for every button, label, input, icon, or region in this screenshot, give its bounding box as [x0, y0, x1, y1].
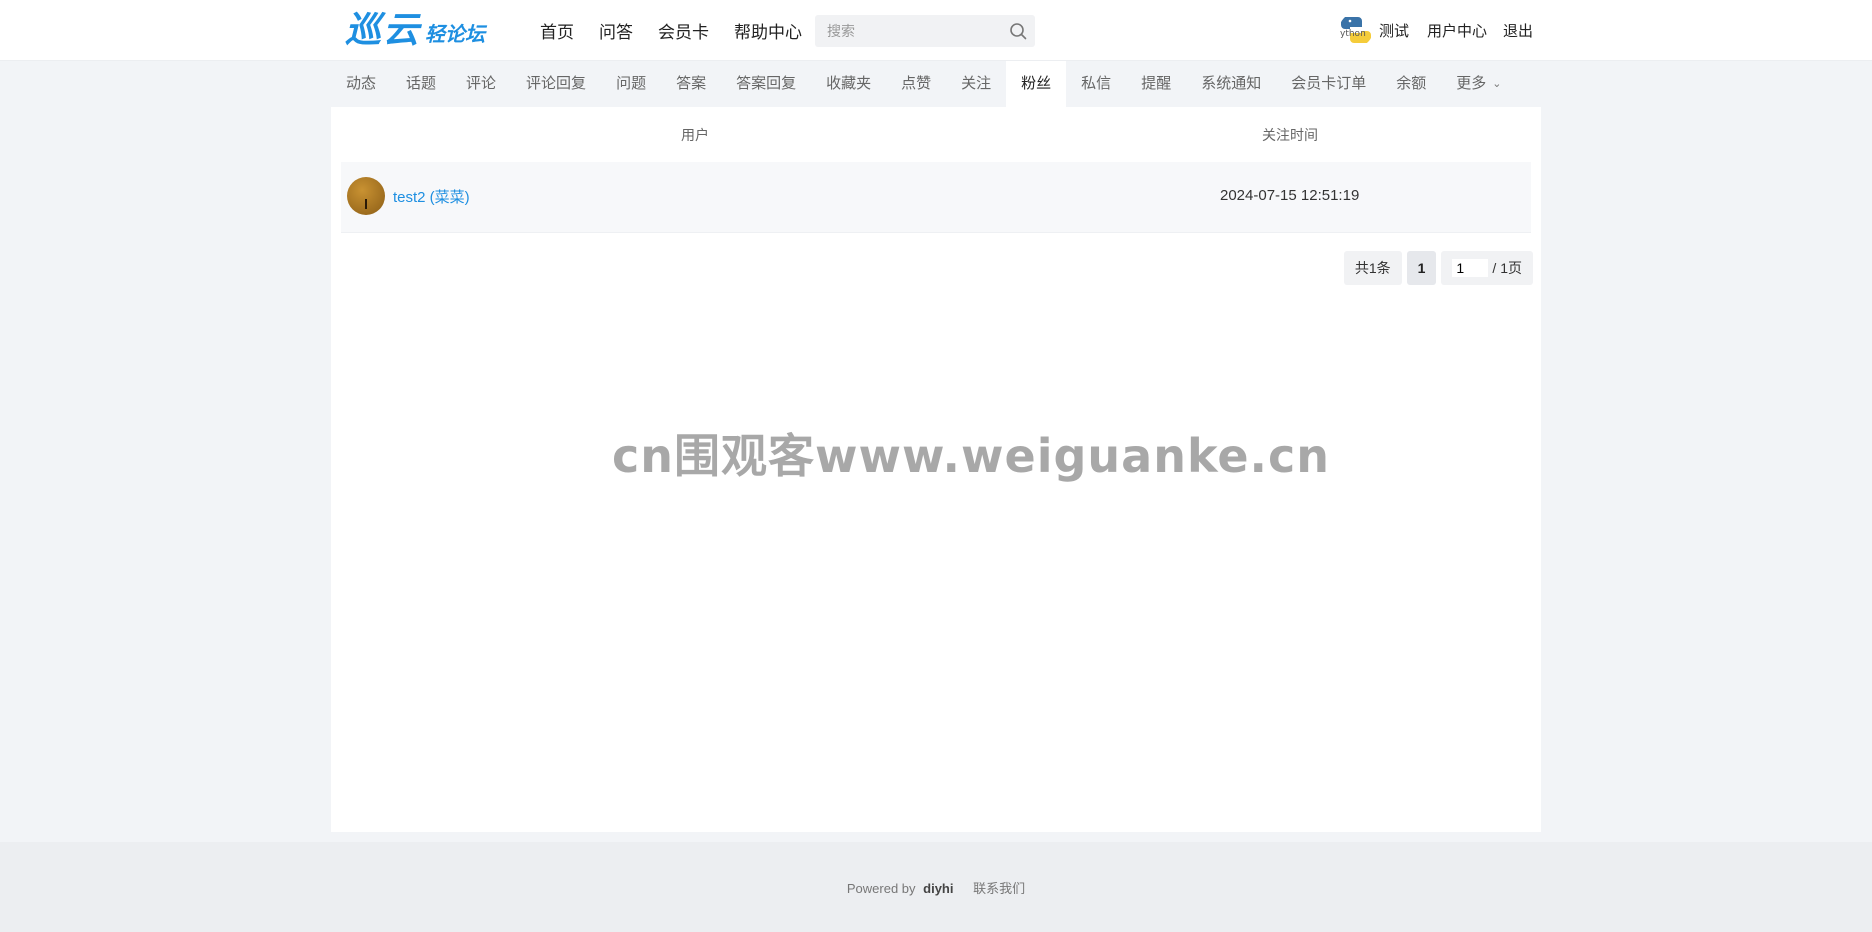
main-nav: 首页 问答 会员卡 帮助中心	[540, 0, 827, 60]
tab-more[interactable]: 更多 ⌄	[1441, 61, 1516, 107]
pagination-current-page[interactable]: 1	[1406, 251, 1437, 285]
page-jump-input[interactable]	[1452, 259, 1489, 277]
tab-more-label: 更多	[1456, 75, 1487, 92]
nav-qa[interactable]: 问答	[599, 18, 633, 43]
user-center-link[interactable]: 用户中心	[1427, 20, 1487, 41]
tab-likes[interactable]: 点赞	[886, 61, 946, 107]
powered-by-text: Powered by	[846, 881, 916, 896]
nav-membership[interactable]: 会员卡	[658, 18, 709, 43]
column-user: 用户	[681, 127, 709, 143]
search-input[interactable]	[815, 15, 997, 47]
svg-text:ython: ython	[1340, 29, 1366, 39]
top-header: 巡云 轻论坛 首页 问答 会员卡 帮助中心 ython 测试 用户中心 退出	[0, 0, 1872, 61]
user-avatar[interactable]: ython	[1338, 13, 1373, 47]
logo-sub-text: 轻论坛	[425, 24, 485, 46]
tab-following[interactable]: 关注	[946, 61, 1006, 107]
footer-content: Powered by diyhi 联系我们	[0, 878, 1872, 897]
pagination-pages: / 1页	[1492, 260, 1522, 276]
search-box	[815, 15, 1035, 47]
tab-answers[interactable]: 答案	[661, 61, 721, 107]
tab-messages[interactable]: 私信	[1066, 61, 1126, 107]
username[interactable]: 测试	[1379, 20, 1409, 41]
tab-favorites[interactable]: 收藏夹	[811, 61, 886, 107]
tab-topics[interactable]: 话题	[391, 61, 451, 107]
table-row: test2 (菜菜) 2024-07-15 12:51:19	[341, 162, 1531, 233]
follow-time: 2024-07-15 12:51:19	[1220, 187, 1360, 204]
tab-reminders[interactable]: 提醒	[1126, 61, 1186, 107]
tab-activity[interactable]: 动态	[331, 61, 391, 107]
tab-comment-replies[interactable]: 评论回复	[511, 61, 601, 107]
contact-link[interactable]: 联系我们	[973, 881, 1025, 896]
powered-by-brand[interactable]: diyhi	[923, 881, 953, 896]
watermark: cn围观客www.weiguanke.cn	[612, 429, 1331, 483]
tab-membership-orders[interactable]: 会员卡订单	[1276, 61, 1381, 107]
tab-questions[interactable]: 问题	[601, 61, 661, 107]
tab-system-notice[interactable]: 系统通知	[1186, 61, 1276, 107]
tab-comments[interactable]: 评论	[451, 61, 511, 107]
site-logo[interactable]: 巡云 轻论坛	[345, 10, 495, 50]
pagination-total: 共1条	[1343, 251, 1402, 285]
pagination: 共1条 1 / 1页	[1339, 251, 1533, 285]
chevron-down-icon: ⌄	[1492, 78, 1502, 90]
python-logo-icon: ython	[1340, 17, 1371, 43]
logout-link[interactable]: 退出	[1503, 20, 1533, 41]
pagination-jump: / 1页	[1441, 251, 1533, 285]
logo-main-text: 巡云	[345, 9, 422, 50]
nav-home[interactable]: 首页	[540, 18, 574, 43]
search-icon[interactable]	[1009, 22, 1027, 40]
avatar[interactable]	[347, 177, 385, 215]
tab-balance[interactable]: 余额	[1381, 61, 1441, 107]
footer: Powered by diyhi 联系我们	[0, 842, 1872, 932]
nav-help[interactable]: 帮助中心	[734, 18, 802, 43]
table-header: 用户 关注时间	[341, 107, 1531, 162]
column-follow-time: 关注时间	[1262, 127, 1318, 143]
user-area: ython 测试 用户中心 退出	[1338, 0, 1533, 60]
follower-user-link[interactable]: test2 (菜菜)	[393, 186, 470, 207]
tab-followers[interactable]: 粉丝	[1006, 61, 1067, 107]
tab-answer-replies[interactable]: 答案回复	[721, 61, 811, 107]
user-tabs: 动态 话题 评论 评论回复 问题 答案 答案回复 收藏夹 点赞 关注 粉丝 私信…	[331, 61, 1541, 108]
